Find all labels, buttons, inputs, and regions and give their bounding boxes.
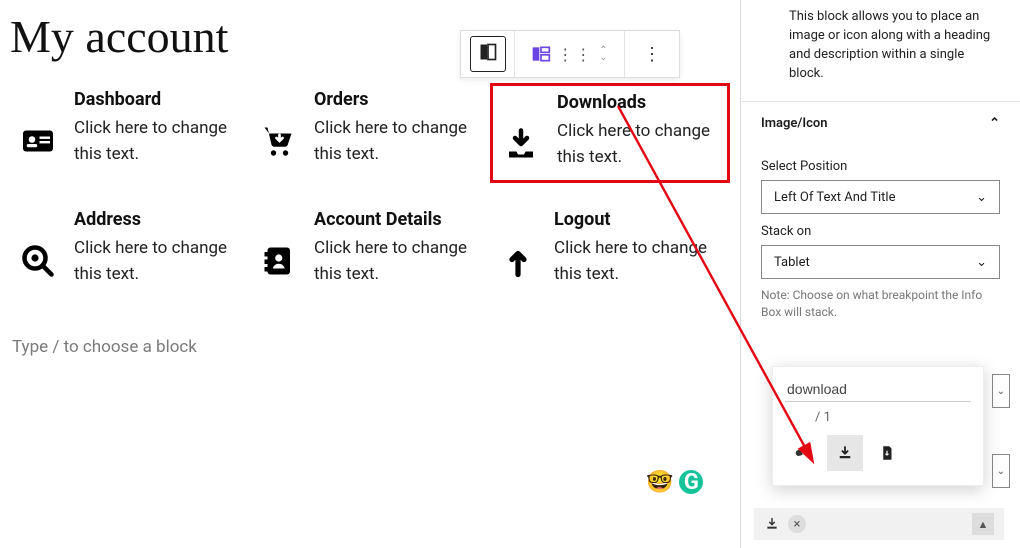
- info-box-desc[interactable]: Click here to change this text.: [74, 236, 244, 287]
- info-box-title[interactable]: Logout: [554, 209, 724, 230]
- select-position-value: Left Of Text And Title: [774, 190, 895, 205]
- chevron-up-icon: ⌃: [989, 116, 1000, 131]
- hidden-dropdown-chevron[interactable]: ⌄: [992, 374, 1010, 408]
- chevron-down-icon: ⌄: [976, 190, 987, 205]
- block-appender[interactable]: Type / to choose a block: [10, 337, 730, 357]
- icon-search-input[interactable]: [785, 377, 971, 402]
- kebab-icon: ⋮: [643, 44, 661, 65]
- stack-note: Note: Choose on what breakpoint the Info…: [761, 287, 1000, 321]
- icon-picker-popover: / 1: [772, 366, 984, 486]
- icon-results: [785, 435, 971, 471]
- more-options-button[interactable]: ⋮: [625, 31, 679, 77]
- info-box-downloads[interactable]: Downloads Click here to change this text…: [490, 83, 730, 183]
- stack-on-label: Stack on: [761, 224, 1000, 239]
- icon-pagination: / 1: [785, 402, 971, 433]
- floating-indicators: 🤓 G: [646, 470, 703, 495]
- panel-section-title: Image/Icon: [761, 116, 828, 131]
- info-box-logout[interactable]: Logout Click here to change this text.: [490, 203, 730, 297]
- download-icon: [764, 516, 780, 532]
- icon-result-cloud-download[interactable]: [785, 435, 821, 471]
- grammarly-icon[interactable]: G: [679, 470, 703, 494]
- id-card-icon: [16, 89, 60, 159]
- info-box-grid: Dashboard Click here to change this text…: [10, 83, 730, 297]
- info-box-account-details[interactable]: Account Details Click here to change thi…: [250, 203, 490, 297]
- address-book-icon: [256, 209, 300, 279]
- selected-icon-chip: × ▲: [754, 508, 1004, 540]
- info-box-title[interactable]: Downloads: [557, 92, 721, 113]
- info-box-title[interactable]: Dashboard: [74, 89, 244, 110]
- info-box-desc[interactable]: Click here to change this text.: [314, 236, 484, 287]
- info-box-title[interactable]: Account Details: [314, 209, 484, 230]
- block-toolbar: ⋮⋮ ⌃⌄ ⋮: [460, 30, 680, 78]
- info-box-desc[interactable]: Click here to change this text.: [314, 116, 484, 167]
- hidden-dropdown-chevron[interactable]: ⌄: [992, 454, 1010, 488]
- info-box-title[interactable]: Orders: [314, 89, 484, 110]
- icon-result-file-download[interactable]: [869, 435, 905, 471]
- parent-block-button[interactable]: [461, 31, 515, 77]
- info-box-desc[interactable]: Click here to change this text.: [557, 119, 721, 170]
- chevron-down-icon: ⌄: [976, 255, 987, 270]
- remove-icon-button[interactable]: ×: [788, 515, 806, 533]
- info-box-desc[interactable]: Click here to change this text.: [74, 116, 244, 167]
- info-box-desc[interactable]: Click here to change this text.: [554, 236, 724, 287]
- block-description: This block allows you to place an image …: [741, 0, 1020, 101]
- select-position-dropdown[interactable]: Left Of Text And Title ⌄: [761, 180, 1000, 214]
- info-box-title[interactable]: Address: [74, 209, 244, 230]
- editor-canvas: My account Dashboard Click here to chang…: [0, 0, 740, 548]
- move-arrows[interactable]: ⌃⌄: [599, 47, 607, 61]
- icon-result-download[interactable]: [827, 435, 863, 471]
- download-icon: [499, 92, 543, 162]
- collapse-button[interactable]: ▲: [972, 513, 994, 535]
- info-box-dashboard[interactable]: Dashboard Click here to change this text…: [10, 83, 250, 183]
- panel-section-image-icon[interactable]: Image/Icon ⌃: [741, 101, 1020, 145]
- arrow-up-icon: [496, 209, 540, 279]
- select-position-label: Select Position: [761, 159, 1000, 174]
- block-type-button[interactable]: ⋮⋮ ⌃⌄: [515, 31, 625, 77]
- search-location-icon: [16, 209, 60, 279]
- cart-icon: [256, 89, 300, 159]
- info-box-orders[interactable]: Orders Click here to change this text.: [250, 83, 490, 183]
- stack-on-dropdown[interactable]: Tablet ⌄: [761, 245, 1000, 279]
- info-box-address[interactable]: Address Click here to change this text.: [10, 203, 250, 297]
- stack-on-value: Tablet: [774, 255, 810, 270]
- drag-handle-icon[interactable]: ⋮⋮: [557, 45, 593, 64]
- emoji-icon: 🤓: [646, 470, 673, 495]
